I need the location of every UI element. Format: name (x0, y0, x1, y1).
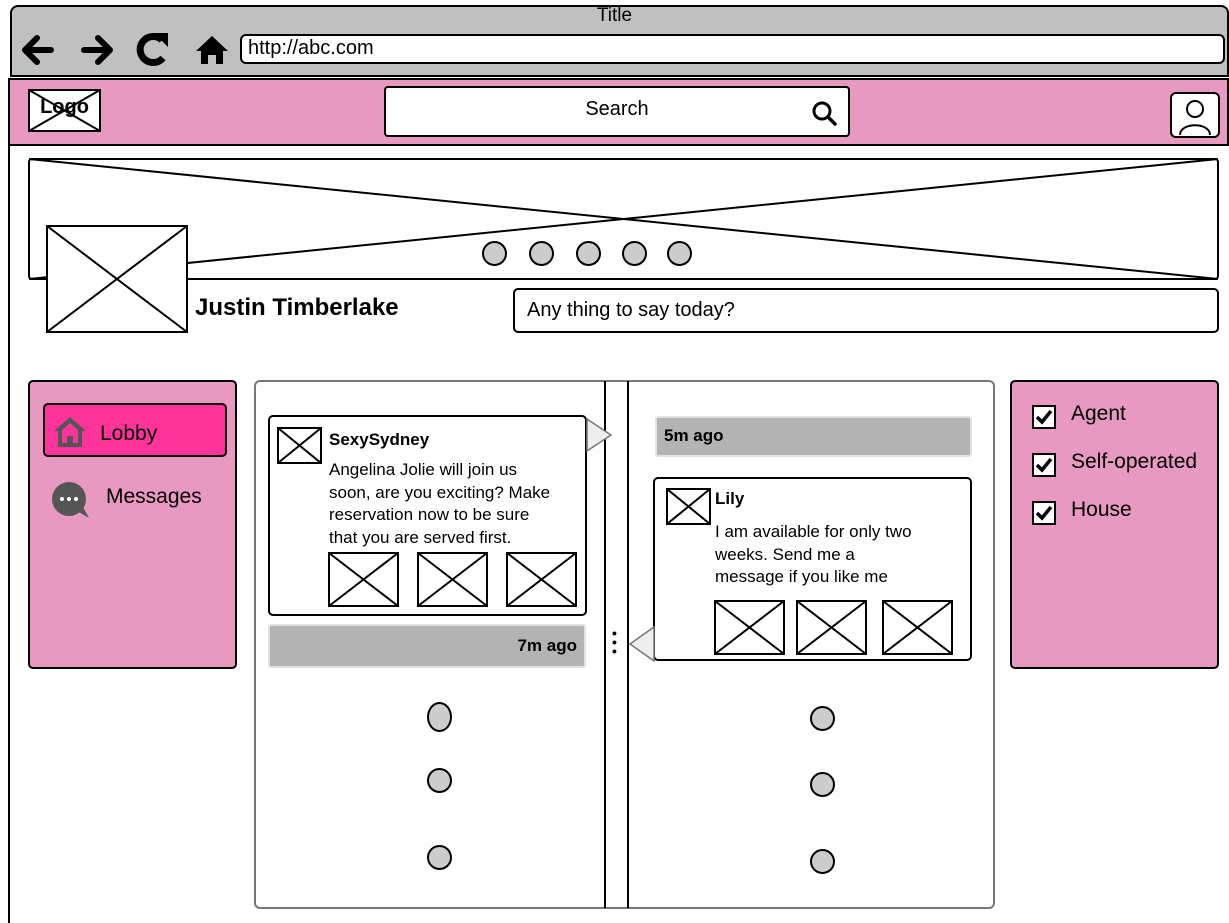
loading-dot (427, 702, 452, 732)
profile-name: Justin Timberlake (195, 294, 399, 321)
post-text-line: message if you like me (715, 567, 888, 586)
filter-label-house: House (1071, 498, 1132, 521)
post-author[interactable]: Lily (715, 489, 744, 509)
reload-icon[interactable] (132, 30, 172, 70)
house-checkbox[interactable] (1032, 501, 1056, 525)
profile-photo[interactable] (46, 225, 188, 333)
carousel-dot[interactable] (667, 241, 692, 266)
carousel-dot[interactable] (482, 241, 507, 266)
user-avatar-button[interactable] (1170, 92, 1220, 138)
check-icon (1035, 409, 1053, 425)
post-text-line: weeks. Send me a (715, 545, 855, 564)
sidebar-item-messages[interactable]: Messages (106, 485, 202, 509)
content-frame-border (8, 146, 10, 923)
post-text-line: that you are served first. (329, 528, 512, 547)
post-text-line: Angelina Jolie will join us (329, 460, 518, 479)
post-image[interactable] (714, 600, 785, 655)
sidebar-item-label: Lobby (100, 422, 158, 445)
post-text-line: soon, are you exciting? Make (329, 483, 551, 502)
back-arrow-icon[interactable] (17, 30, 57, 70)
author-avatar[interactable] (277, 427, 322, 464)
post-timestamp: 7m ago (268, 624, 586, 668)
home-icon[interactable] (192, 30, 232, 70)
chat-bubble-icon[interactable] (49, 481, 91, 519)
carousel-dot[interactable] (622, 241, 647, 266)
post-author[interactable]: SexySydney (329, 430, 429, 450)
home-icon (54, 417, 86, 447)
cover-image (28, 158, 1219, 280)
window-title: Title (596, 5, 633, 26)
loading-dot (810, 706, 835, 731)
status-input[interactable]: Any thing to say today? (513, 288, 1219, 333)
loading-dot (427, 768, 452, 793)
timeline-divider (604, 381, 606, 908)
address-bar[interactable]: http://abc.com (240, 34, 1225, 64)
carousel-dot[interactable] (576, 241, 601, 266)
post-image[interactable] (882, 600, 953, 655)
timeline-pointer (629, 626, 655, 662)
filter-label-self-operated: Self-operated (1071, 450, 1198, 473)
self-operated-checkbox[interactable] (1032, 453, 1056, 477)
loading-dot (810, 772, 835, 797)
post-text-line: reservation now to be sure (329, 505, 530, 524)
loading-dot (427, 845, 452, 870)
check-icon (1035, 457, 1053, 473)
agent-checkbox[interactable] (1032, 405, 1056, 429)
search-placeholder: Search (585, 98, 649, 120)
timeline-pointer (586, 418, 612, 452)
carousel-dot[interactable] (529, 241, 554, 266)
author-avatar[interactable] (666, 488, 711, 525)
check-icon (1035, 505, 1053, 521)
loading-dot (810, 849, 835, 874)
search-icon[interactable] (810, 99, 838, 127)
logo-label: Logo (40, 96, 89, 118)
post-image[interactable] (417, 552, 488, 607)
post-image[interactable] (506, 552, 577, 607)
filter-label-agent: Agent (1071, 402, 1126, 425)
forward-arrow-icon[interactable] (78, 30, 118, 70)
user-icon (1179, 100, 1211, 136)
post-text-line: I am available for only two (715, 522, 912, 541)
post-image[interactable] (796, 600, 867, 655)
post-image[interactable] (328, 552, 399, 607)
more-options-icon[interactable]: • • • (612, 626, 618, 659)
post-timestamp: 5m ago (655, 416, 972, 457)
